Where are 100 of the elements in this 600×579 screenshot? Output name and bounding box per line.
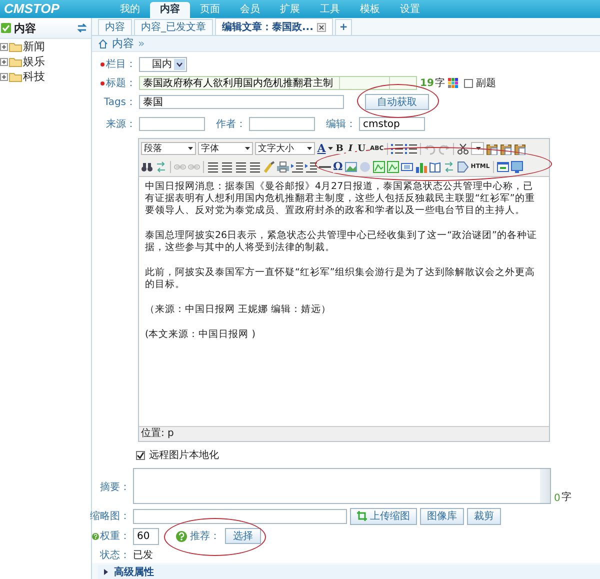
monitor-icon[interactable] — [510, 160, 523, 172]
checkmark-icon — [137, 452, 144, 458]
caret-icon — [245, 147, 250, 150]
checkbox-label: 远程图片本地化 — [149, 448, 219, 462]
refresh-icon — [77, 23, 87, 33]
lines-icon[interactable] — [221, 160, 233, 172]
tags-field[interactable]: 泰国 — [139, 95, 344, 109]
close-icon[interactable] — [317, 22, 326, 32]
clipboard-icon[interactable] — [514, 142, 526, 154]
format-dropdown[interactable]: 字体 — [198, 142, 253, 155]
bar-chart-icon[interactable] — [414, 160, 427, 172]
breadcrumb-separator: » — [138, 37, 145, 50]
clipboard-icon[interactable] — [486, 142, 498, 154]
window-icon[interactable] — [496, 160, 509, 172]
field-label: 编辑： — [326, 118, 356, 131]
advanced-section[interactable]: 高级属性 — [98, 565, 600, 579]
field-label: 状态： — [100, 548, 130, 562]
binoculars-icon[interactable] — [141, 160, 153, 172]
status-value: 已发 — [133, 549, 153, 562]
lines-icon[interactable] — [249, 160, 261, 172]
field-label: 来源： — [106, 118, 136, 131]
lines-icon[interactable] — [235, 160, 247, 172]
folder-icon — [9, 42, 22, 52]
auto-fetch-button[interactable]: 自动获取 — [365, 94, 429, 110]
paragraph: （来源：中国日报网 王妮娜 编辑：婧远） — [145, 304, 332, 316]
summary-field[interactable] — [133, 468, 551, 504]
tag-icon[interactable] — [456, 160, 469, 172]
picture-icon[interactable] — [344, 160, 357, 172]
brush-icon[interactable] — [263, 160, 275, 172]
nav-tab[interactable]: 内容 — [150, 2, 190, 18]
indent-icon[interactable] — [291, 160, 303, 172]
color-grid-icon — [448, 78, 458, 88]
lines-icon[interactable] — [207, 160, 219, 172]
format-dropdown[interactable]: 文字大小 — [255, 142, 315, 155]
select-button[interactable]: 选择 — [225, 528, 261, 544]
check-icon — [1, 23, 11, 33]
checkbox-label: 副题 — [476, 77, 496, 90]
tree-item[interactable]: 科技 — [23, 69, 45, 84]
field-label: 作者： — [216, 118, 246, 131]
paragraph: 此前，阿披实及泰国军方一直怀疑“红衫军”组织集会游行是为了达到除解散议会之外更高的目标。 — [145, 267, 536, 291]
field-label: 摘要： — [100, 480, 130, 494]
breadcrumb-link[interactable]: 内容 — [112, 36, 134, 51]
help-icon — [176, 530, 187, 542]
tab[interactable]: 内容_已发文章 — [134, 19, 213, 35]
caret-icon — [307, 147, 312, 150]
format-dropdown[interactable] — [470, 142, 484, 155]
author-field[interactable] — [249, 117, 315, 131]
list-icon[interactable] — [404, 142, 417, 154]
field-label: 推荐： — [190, 530, 220, 543]
field-label: 标题： — [106, 76, 136, 90]
upload-button[interactable]: 上传缩图 — [350, 508, 417, 524]
thumbnail-field[interactable] — [133, 508, 347, 524]
field-label: 权重： — [100, 530, 130, 543]
book-icon[interactable] — [428, 160, 441, 172]
list-icon[interactable] — [390, 142, 403, 154]
paragraph: (本文来源：中国日报网 ) — [145, 329, 256, 341]
tree-item[interactable]: 娱乐 — [23, 54, 45, 69]
weight-field[interactable]: 60 — [133, 528, 159, 544]
toolbar-button[interactable]: B — [335, 144, 344, 154]
editor-field[interactable]: cmstop — [359, 117, 425, 131]
tab[interactable]: 内容 — [98, 19, 132, 35]
redo-icon[interactable] — [438, 142, 450, 154]
character-count: 0 — [554, 493, 560, 504]
crop-frame-icon — [357, 511, 367, 521]
field-label: 栏目： — [106, 58, 136, 71]
undo-icon[interactable] — [424, 142, 436, 154]
category-select[interactable]: 国内 — [139, 56, 187, 72]
indent-icon[interactable] — [305, 160, 317, 172]
caret-icon — [476, 147, 481, 150]
tab[interactable]: 编辑文章：泰国政... — [215, 18, 334, 35]
line-graph-icon[interactable] — [372, 160, 385, 172]
count-unit: 字 — [434, 76, 445, 90]
title-field[interactable]: 泰国政府称有人欲利用国内危机推翻君主制 — [139, 76, 417, 90]
scrollbar[interactable] — [540, 469, 550, 503]
format-dropdown[interactable]: 段落 — [141, 142, 196, 155]
toolbar-button[interactable]: I — [346, 144, 355, 154]
button[interactable]: 图像库 — [420, 508, 464, 524]
tree-item[interactable]: 新闻 — [23, 39, 45, 54]
logo: CMSTOP — [3, 0, 60, 18]
toolbar-button[interactable]: A — [317, 142, 326, 155]
source-field[interactable] — [139, 117, 205, 131]
button[interactable]: 裁剪 — [467, 508, 501, 524]
line-graph-icon[interactable] — [386, 160, 399, 172]
scissors-icon[interactable] — [456, 142, 469, 154]
field-label: 缩略图： — [90, 510, 130, 523]
add-tab-button[interactable]: + — [335, 19, 352, 35]
editor-status: 位置: p — [141, 428, 174, 439]
toolbar-button[interactable]: U — [357, 144, 366, 154]
expand-arrow-icon — [104, 569, 109, 575]
film-icon[interactable] — [400, 160, 413, 172]
field-label: Tags： — [104, 96, 136, 109]
checkbox[interactable] — [136, 450, 145, 460]
printer-icon[interactable] — [277, 160, 289, 172]
folder-icon — [9, 56, 22, 66]
paragraph: 泰国总理阿披实26日表示，紧急状态公共管理中心已经收集到了这一“政治谜团”的各种证据，这些参与其中的人将受到法律的制裁。 — [145, 230, 538, 254]
count-unit: 字 — [561, 490, 572, 504]
character-count: 19 — [420, 78, 434, 88]
toolbar-button[interactable]: Ω — [333, 160, 343, 173]
subtitle-checkbox[interactable] — [464, 78, 473, 88]
clipboard-icon[interactable] — [500, 142, 512, 154]
